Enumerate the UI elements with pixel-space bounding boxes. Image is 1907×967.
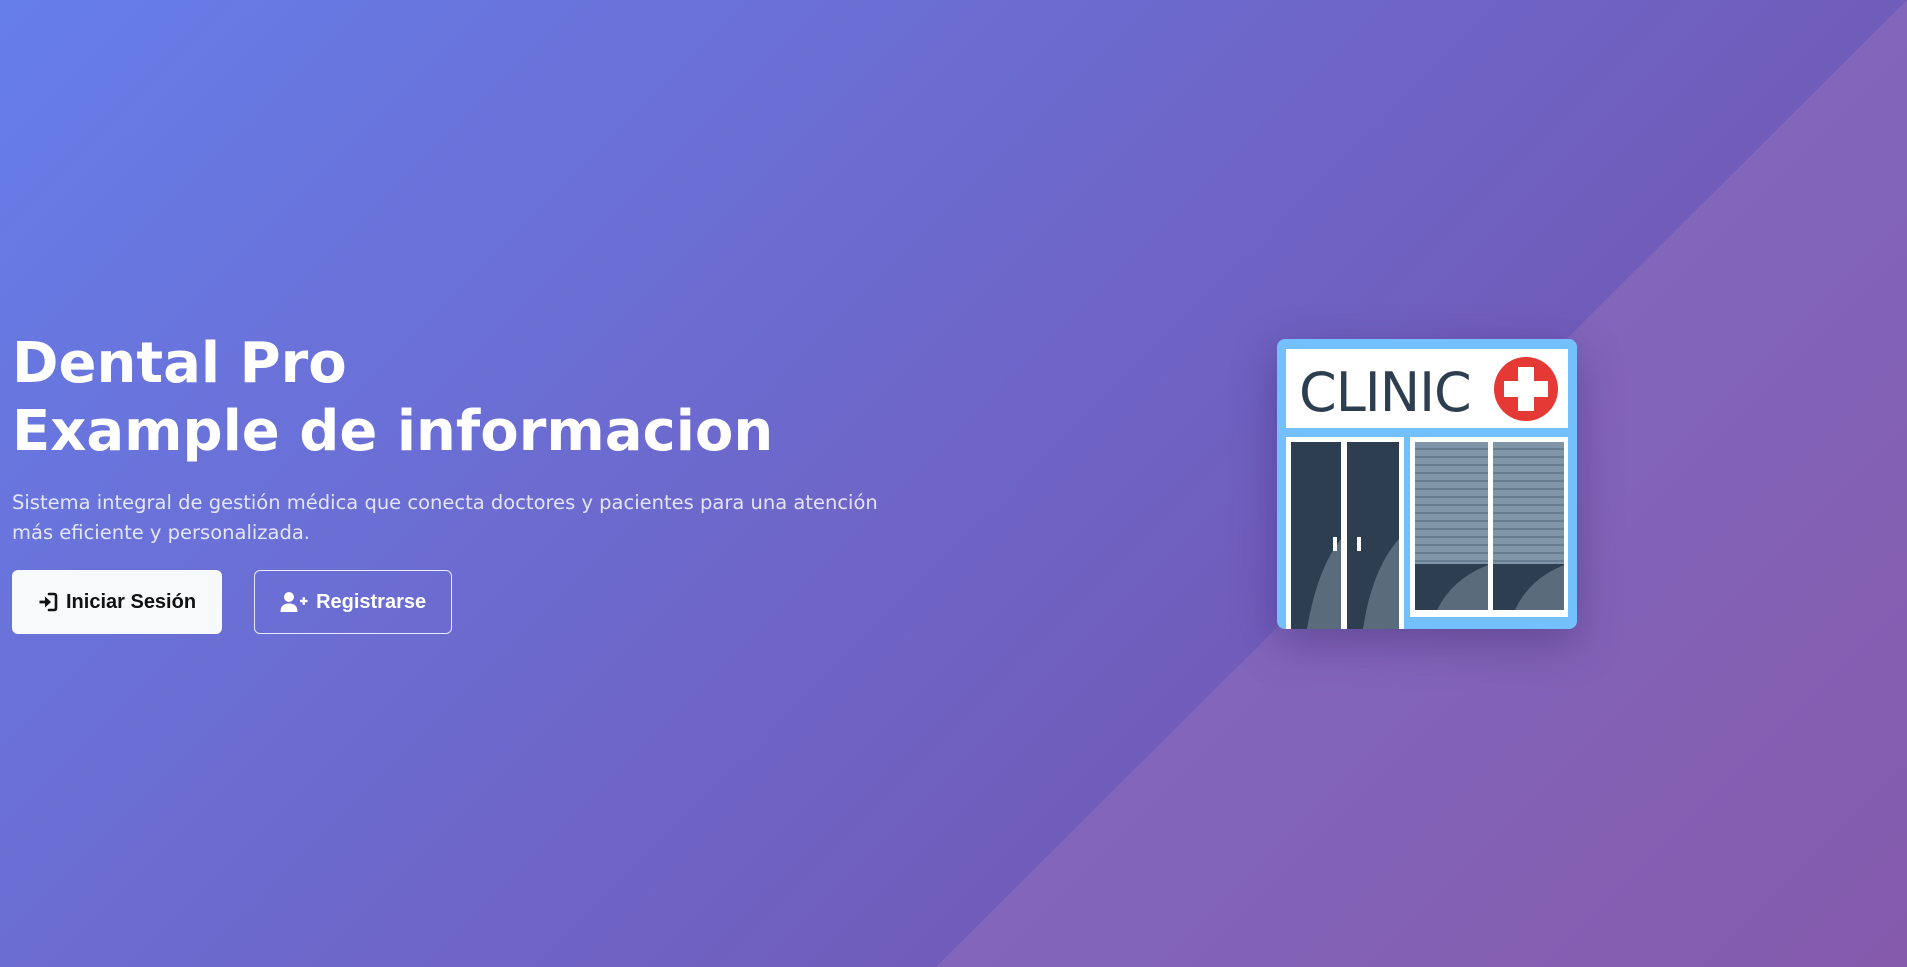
hero-title: Dental Pro Example de informacion: [12, 330, 912, 466]
clinic-window: [1410, 437, 1568, 617]
hero-title-line-2: Example de informacion: [12, 399, 774, 464]
medical-cross-icon: [1494, 357, 1558, 421]
login-button-label: Iniciar Sesión: [66, 590, 197, 613]
hero-buttons: Iniciar Sesión Registrarse: [12, 570, 912, 634]
clinic-door: [1286, 437, 1404, 629]
clinic-sign-text: CLINIC: [1299, 361, 1471, 424]
clinic-illustration: CLINIC: [1277, 339, 1577, 629]
user-plus-icon: [280, 591, 308, 613]
sign-in-icon: [38, 592, 58, 612]
hero-description: Sistema integral de gestión médica que c…: [12, 491, 878, 544]
hero-content: Dental Pro Example de informacion Sistem…: [12, 330, 912, 634]
login-button[interactable]: Iniciar Sesión: [12, 570, 223, 634]
register-button[interactable]: Registrarse: [254, 570, 453, 634]
hero-title-line-1: Dental Pro: [12, 331, 347, 396]
hero-section: Dental Pro Example de informacion Sistem…: [0, 0, 1907, 967]
register-button-label: Registrarse: [316, 590, 427, 613]
